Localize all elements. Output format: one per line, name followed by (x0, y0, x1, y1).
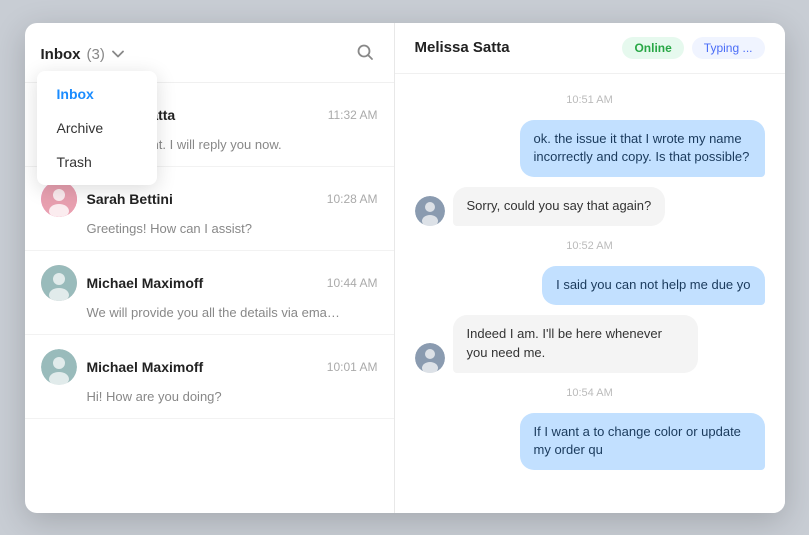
chat-contact-name: Melissa Satta (415, 39, 510, 56)
time-label-1051: 10:51 AM (415, 94, 765, 106)
message-row-incoming-1: Sorry, could you say that again? (415, 187, 765, 226)
conv-item-michael1[interactable]: Michael Maximoff 10:44 AM We will provid… (25, 251, 394, 335)
conv-preview-sarah: Greetings! How can I assist? (41, 221, 341, 236)
inbox-dropdown: Inbox Archive Trash (37, 71, 157, 185)
conv-name-sarah: Sarah Bettini (87, 191, 173, 207)
dropdown-item-archive[interactable]: Archive (37, 111, 157, 145)
conv-time-michael1: 10:44 AM (327, 276, 378, 290)
message-bubble-outgoing-2: I said you can not help me due yo (542, 266, 764, 305)
app-window: Inbox (3) Inbox Archive Trash (25, 23, 785, 513)
left-panel: Inbox (3) Inbox Archive Trash (25, 23, 395, 513)
chat-messages: 10:51 AM ok. the issue it that I wrote m… (395, 74, 785, 513)
conv-info-sarah: Sarah Bettini 10:28 AM (87, 191, 378, 207)
message-bubble-outgoing-1: ok. the issue it that I wrote my name in… (520, 120, 765, 178)
message-bubble-incoming-2: Indeed I am. I'll be here whenever you n… (453, 315, 698, 373)
message-row-outgoing-2: I said you can not help me due yo (415, 266, 765, 305)
conv-name-michael2: Michael Maximoff (87, 359, 204, 375)
online-badge: Online (622, 37, 683, 59)
conv-info-michael2: Michael Maximoff 10:01 AM (87, 359, 378, 375)
time-label-1054: 10:54 AM (415, 387, 765, 399)
inbox-label: Inbox (41, 46, 81, 63)
dropdown-item-inbox[interactable]: Inbox (37, 77, 157, 111)
message-row-outgoing-1: ok. the issue it that I wrote my name in… (415, 120, 765, 178)
conv-item-michael2[interactable]: Michael Maximoff 10:01 AM Hi! How are yo… (25, 335, 394, 419)
time-label-1052: 10:52 AM (415, 240, 765, 252)
conv-time-sarah: 10:28 AM (327, 192, 378, 206)
avatar-michael2 (41, 349, 77, 385)
search-button[interactable] (352, 39, 378, 70)
msg-avatar-agent-1 (415, 196, 445, 226)
dropdown-item-trash[interactable]: Trash (37, 145, 157, 179)
conv-info-michael1: Michael Maximoff 10:44 AM (87, 275, 378, 291)
conv-time-melissa: 11:32 AM (328, 108, 378, 122)
conv-time-michael2: 10:01 AM (327, 360, 378, 374)
conv-preview-michael1: We will provide you all the details via … (41, 305, 341, 320)
right-panel: Melissa Satta Online Typing ... 10:51 AM… (395, 23, 785, 513)
avatar-michael1 (41, 265, 77, 301)
message-row-outgoing-3: If I want a to change color or update my… (415, 413, 765, 471)
msg-avatar-agent-2 (415, 343, 445, 373)
left-header: Inbox (3) Inbox Archive Trash (25, 23, 394, 83)
inbox-selector[interactable]: Inbox (3) (41, 46, 125, 63)
message-bubble-outgoing-3: If I want a to change color or update my… (520, 413, 765, 471)
message-bubble-incoming-1: Sorry, could you say that again? (453, 187, 666, 226)
avatar-sarah (41, 181, 77, 217)
chevron-down-icon (111, 47, 125, 61)
typing-badge: Typing ... (692, 37, 765, 59)
message-row-incoming-2: Indeed I am. I'll be here whenever you n… (415, 315, 765, 373)
inbox-count: (3) (87, 46, 105, 63)
conv-preview-michael2: Hi! How are you doing? (41, 389, 341, 404)
conv-name-michael1: Michael Maximoff (87, 275, 204, 291)
chat-header: Melissa Satta Online Typing ... (395, 23, 785, 74)
header-badges: Online Typing ... (622, 37, 764, 59)
